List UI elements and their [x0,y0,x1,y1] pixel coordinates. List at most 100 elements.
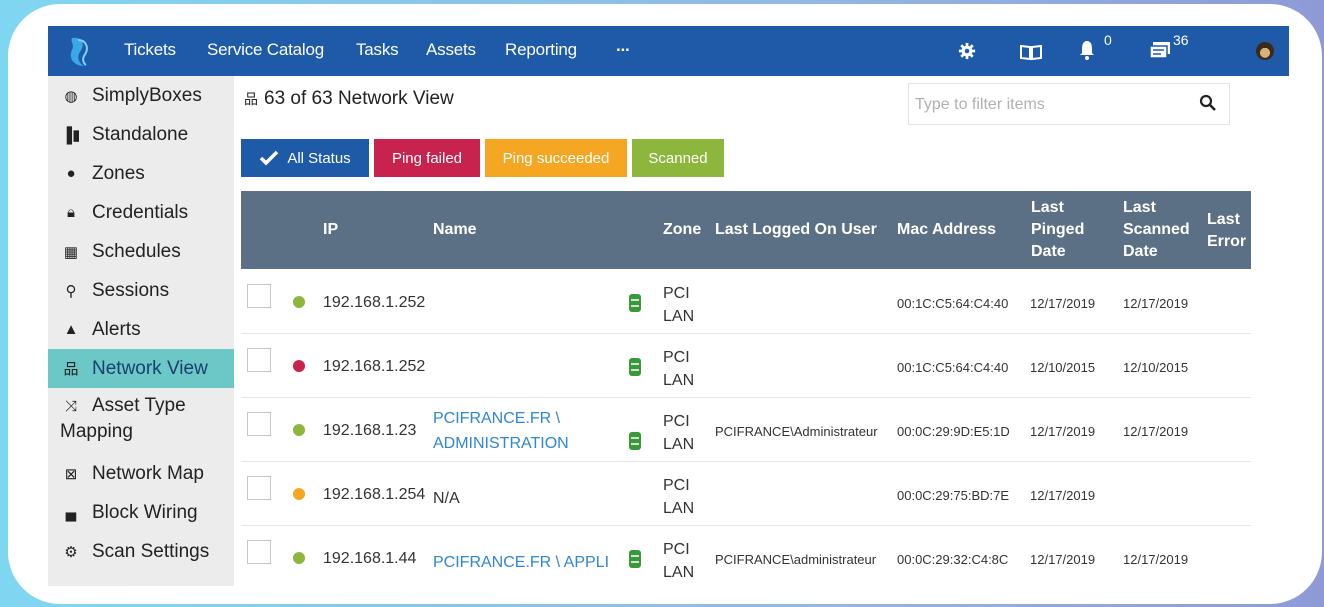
sidebar-item-block-wiring[interactable]: ▄ Block Wiring [48,493,234,532]
warning-icon: ▲ [63,321,79,338]
sidebar: ◍ SimplyBoxes ▐▮ Standalone ● Zones 🔒︎ Crede… [48,76,234,586]
mac-cell: 00:0C:29:32:C4:8C [897,552,1009,567]
last-logged-user-cell: PCIFRANCE\administrateur [715,552,877,567]
column-last-error[interactable]: Last Error [1207,209,1246,253]
sidebar-item-zones[interactable]: ● Zones [48,154,234,193]
column-zone[interactable]: Zone [663,219,701,241]
nav-reporting[interactable]: Reporting [505,40,577,60]
row-checkbox[interactable] [247,412,271,436]
sidebar-item-standalone[interactable]: ▐▮ Standalone [48,115,234,154]
nav-more[interactable]: ... [616,36,630,56]
sidebar-item-network-view[interactable]: 品 Network View [48,349,234,388]
name-cell: N/A [433,490,460,507]
row-checkbox[interactable] [247,476,271,500]
sidebar-item-label: Zones [92,162,145,184]
sidebar-item-label: SimplyBoxes [92,84,202,106]
sidebar-item-scan-settings[interactable]: ⚙ Scan Settings [48,532,234,571]
header-line: Last [1207,211,1240,228]
row-checkbox[interactable] [247,284,271,308]
last-scanned-cell: 12/10/2015 [1123,360,1189,375]
check-icon [260,150,279,166]
sidebar-item-label: Block Wiring [92,501,198,523]
sidebar-item-label: Network Map [92,462,204,484]
sidebar-item-label: Mapping [60,421,133,442]
zone-cell: PCI LAN [663,474,694,520]
nav-service-catalog[interactable]: Service Catalog [207,40,324,60]
zone-line: PCI [663,349,690,366]
last-logged-user-cell: PCIFRANCE\Administrateur [715,424,878,439]
sidebar-item-simplyboxes[interactable]: ◍ SimplyBoxes [48,76,234,115]
name-link[interactable]: PCIFRANCE.FR \ ADMINISTRATION [433,406,569,456]
header-line: Date [1031,243,1066,260]
filter-box [908,83,1230,125]
ip-cell: 192.168.1.252 [323,294,426,311]
lock-icon: 🔒︎ [67,204,75,221]
row-checkbox[interactable] [247,348,271,372]
server-icon [629,550,641,568]
zone-line: LAN [663,372,695,389]
ping-succeeded-button[interactable]: Ping succeeded [485,139,627,177]
globe-icon: ● [66,165,76,182]
bell-icon[interactable] [1079,40,1095,60]
server-icon [629,294,641,312]
table-header: IP Name Zone Last Logged On User Mac Add… [241,191,1251,269]
network-icon: 品 [244,91,258,107]
sidebar-item-alerts[interactable]: ▲ Alerts [48,310,234,349]
gear-icon: ⚙ [64,543,78,561]
column-ip[interactable]: IP [323,219,338,241]
zone-line: PCI [663,413,690,430]
page-title: 品 63 of 63 Network View [244,88,454,110]
sidebar-item-label: Scan Settings [92,540,210,562]
header-line: Last [1031,199,1064,216]
column-mac-address[interactable]: Mac Address [897,219,996,241]
zone-line: PCI [663,477,690,494]
ip-cell: 192.168.1.44 [323,550,417,567]
nav-assets[interactable]: Assets [426,40,476,60]
ping-failed-button[interactable]: Ping failed [374,139,480,177]
sidebar-item-credentials[interactable]: 🔒︎ Credentials [48,193,234,232]
row-checkbox[interactable] [247,540,271,564]
filter-input[interactable] [915,93,1185,117]
mac-cell: 00:1C:C5:64:C4:40 [897,360,1009,375]
shuffle-icon: ⤨ [64,398,77,415]
nav-tickets[interactable]: Tickets [124,40,176,60]
sidebar-item-network-map[interactable]: ⊠ Network Map [48,454,234,493]
last-pinged-cell: 12/17/2019 [1030,552,1096,567]
search-icon[interactable] [1199,94,1217,112]
header-line: Date [1123,243,1158,260]
status-dot [293,552,305,564]
settings-gear-icon[interactable] [958,42,976,60]
zone-line: LAN [663,308,695,325]
table-row[interactable]: 192.168.1.252 PCI LAN 00:1C:C5:64:C4:40 1… [241,270,1251,334]
messages-icon[interactable] [1149,41,1171,61]
knowledge-book-icon[interactable] [1020,44,1042,60]
column-last-pinged-date[interactable]: Last Pinged Date [1031,197,1084,263]
sidebar-item-schedules[interactable]: ▦ Schedules [48,232,234,271]
all-status-label: All Status [287,149,351,167]
user-avatar[interactable] [1254,40,1276,62]
server-icon [629,358,641,376]
table-row[interactable]: 192.168.1.254 N/A PCI LAN 00:0C:29:75:BD:… [241,462,1251,526]
column-name[interactable]: Name [433,219,477,241]
messages-count: 36 [1173,32,1189,48]
ping-failed-label: Ping failed [391,149,463,167]
column-last-scanned-date[interactable]: Last Scanned Date [1123,197,1190,263]
map-icon: ⊠ [64,465,78,483]
scanned-button[interactable]: Scanned [632,139,724,177]
column-last-logged-on-user[interactable]: Last Logged On User [715,219,877,241]
table-row[interactable]: 192.168.1.44 PCIFRANCE.FR \ APPLI PCI LAN… [241,526,1251,586]
sidebar-item-asset-type-mapping[interactable]: ⤨ Asset Type Mapping [48,388,234,448]
zone-cell: PCI LAN [663,538,694,584]
sidebar-item-sessions[interactable]: ⚲ Sessions [48,271,234,310]
header-line: Scanned [1123,221,1190,238]
sidebar-item-label: Sessions [92,279,170,301]
switch-icon: ▄ [65,504,77,521]
all-status-button[interactable]: All Status [241,139,369,177]
app-logo-icon[interactable] [62,34,96,68]
name-link[interactable]: PCIFRANCE.FR \ APPLI [433,550,609,575]
table-row[interactable]: 192.168.1.252 PCI LAN 00:1C:C5:64:C4:40 1… [241,334,1251,398]
sidebar-item-label: Network View [92,357,208,379]
nav-tasks[interactable]: Tasks [356,40,399,60]
mac-cell: 00:1C:C5:64:C4:40 [897,296,1009,311]
table-row[interactable]: 192.168.1.23 PCIFRANCE.FR \ ADMINISTRATIO… [241,398,1251,462]
